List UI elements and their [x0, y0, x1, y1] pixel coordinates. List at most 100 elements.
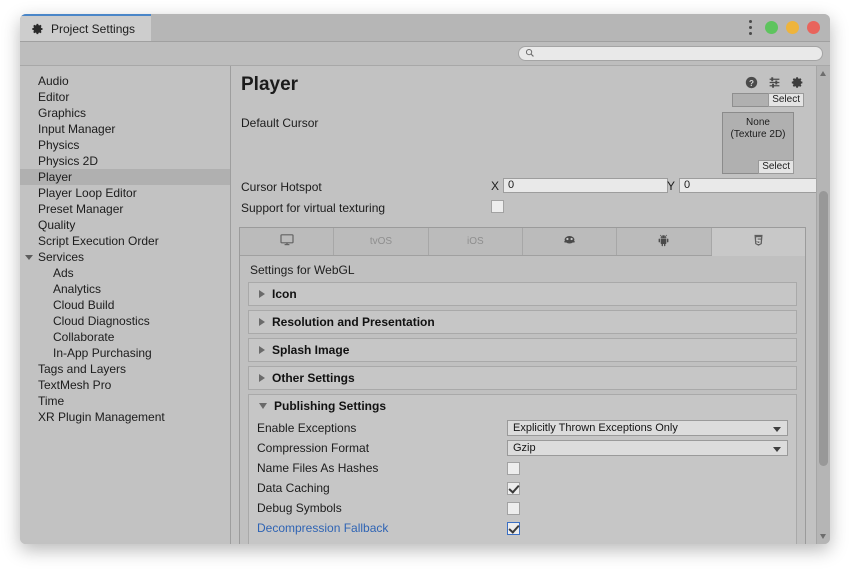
- settings-gear-icon[interactable]: [791, 76, 804, 89]
- section-resolution-and-presentation: Resolution and Presentation: [248, 310, 797, 334]
- panel-header-icons: ?: [745, 76, 804, 89]
- sidebar-item-preset-manager[interactable]: Preset Manager: [20, 201, 230, 217]
- y-axis-label: Y: [667, 179, 675, 193]
- sidebar-item-quality[interactable]: Quality: [20, 217, 230, 233]
- sidebar-item-in-app-purchasing[interactable]: In-App Purchasing: [20, 345, 230, 361]
- property-label: Compression Format: [257, 441, 507, 455]
- settings-sections-list: Icon Resolution and Presentation Splash Im…: [248, 282, 797, 390]
- sidebar-item-script-execution-order[interactable]: Script Execution Order: [20, 233, 230, 249]
- sidebar-item-analytics[interactable]: Analytics: [20, 281, 230, 297]
- sidebar-item-label: Analytics: [53, 282, 101, 296]
- sidebar-item-physics[interactable]: Physics: [20, 137, 230, 153]
- default-cursor-label: Default Cursor: [241, 116, 318, 130]
- property-checkbox[interactable]: [507, 462, 520, 475]
- property-checkbox[interactable]: [507, 522, 520, 535]
- sidebar-item-input-manager[interactable]: Input Manager: [20, 121, 230, 137]
- property-row: Decompression Fallback: [257, 518, 788, 538]
- publishing-settings-header[interactable]: Publishing Settings: [249, 395, 796, 417]
- platform-tab-label: tvOS: [370, 236, 392, 247]
- scrollbar-thumb[interactable]: [819, 191, 828, 466]
- close-button[interactable]: [807, 21, 820, 34]
- platform-tab-playstation[interactable]: [523, 228, 617, 255]
- property-row: Name Files As Hashes: [257, 458, 788, 478]
- property-label: Decompression Fallback: [257, 521, 507, 535]
- select-button[interactable]: Select: [768, 93, 804, 107]
- page-title: Player: [239, 74, 806, 96]
- maximize-button[interactable]: [786, 21, 799, 34]
- sidebar-item-label: TextMesh Pro: [38, 378, 111, 392]
- platform-tab-desktop-monitor[interactable]: [240, 228, 334, 255]
- platform-settings-content: Settings for WebGL IconResolution and Pr…: [240, 256, 805, 544]
- tab-project-settings[interactable]: Project Settings: [20, 14, 151, 41]
- chevron-down-icon: [259, 403, 267, 409]
- chevron-right-icon: [259, 374, 265, 382]
- virtual-texturing-checkbox[interactable]: [491, 200, 504, 213]
- sidebar-item-label: Quality: [38, 218, 75, 232]
- sidebar-item-label: Cloud Diagnostics: [53, 314, 150, 328]
- sidebar-item-cloud-build[interactable]: Cloud Build: [20, 297, 230, 313]
- section-header[interactable]: Icon: [249, 283, 796, 305]
- x-axis-label: X: [491, 179, 499, 193]
- sidebar-item-xr-plugin-management[interactable]: XR Plugin Management: [20, 409, 230, 425]
- texture-type: (Texture 2D): [730, 129, 785, 141]
- section-other-settings: Other Settings: [248, 366, 797, 390]
- kebab-menu-icon[interactable]: [749, 20, 753, 35]
- sidebar-item-label: In-App Purchasing: [53, 346, 152, 360]
- sidebar-item-audio[interactable]: Audio: [20, 73, 230, 89]
- sidebar-item-time[interactable]: Time: [20, 393, 230, 409]
- hotspot-x-group: X 0: [491, 178, 668, 193]
- sidebar-item-textmesh-pro[interactable]: TextMesh Pro: [20, 377, 230, 393]
- platform-tab-android[interactable]: [617, 228, 711, 255]
- scroll-up-arrow-icon[interactable]: [820, 71, 826, 76]
- sidebar-item-graphics[interactable]: Graphics: [20, 105, 230, 121]
- minimize-button[interactable]: [765, 21, 778, 34]
- property-dropdown[interactable]: Gzip: [507, 440, 788, 456]
- virtual-texturing-label: Support for virtual texturing: [241, 201, 385, 215]
- platform-tab-tvos[interactable]: tvOS: [334, 228, 428, 255]
- sidebar-item-tags-and-layers[interactable]: Tags and Layers: [20, 361, 230, 377]
- sidebar-item-physics-2d[interactable]: Physics 2D: [20, 153, 230, 169]
- sidebar-item-label: Ads: [53, 266, 74, 280]
- settings-sidebar[interactable]: AudioEditorGraphicsInput ManagerPhysicsP…: [20, 66, 231, 544]
- platform-tab-ios[interactable]: iOS: [429, 228, 523, 255]
- platform-tab-html5-webgl[interactable]: [712, 228, 805, 256]
- section-header[interactable]: Resolution and Presentation: [249, 311, 796, 333]
- sidebar-item-services[interactable]: Services: [20, 249, 230, 265]
- scroll-down-arrow-icon[interactable]: [820, 534, 826, 539]
- help-icon[interactable]: ?: [745, 76, 758, 89]
- section-header[interactable]: Splash Image: [249, 339, 796, 361]
- cursor-hotspot-label: Cursor Hotspot: [241, 180, 322, 194]
- search-icon: [525, 45, 535, 63]
- window-body: AudioEditorGraphicsInput ManagerPhysicsP…: [20, 66, 830, 544]
- default-cursor-object-field[interactable]: None (Texture 2D) Select: [722, 112, 794, 174]
- sidebar-item-cloud-diagnostics[interactable]: Cloud Diagnostics: [20, 313, 230, 329]
- sidebar-item-ads[interactable]: Ads: [20, 265, 230, 281]
- property-checkbox[interactable]: [507, 502, 520, 515]
- property-dropdown[interactable]: Explicitly Thrown Exceptions Only: [507, 420, 788, 436]
- hotspot-y-input[interactable]: 0: [679, 178, 816, 193]
- preset-icon[interactable]: [768, 76, 781, 89]
- default-cursor-row: Default Cursor None (Texture 2D) Select: [239, 112, 806, 176]
- vertical-scrollbar[interactable]: [816, 66, 830, 544]
- desktop-monitor-icon: [279, 232, 295, 251]
- section-splash-image: Splash Image: [248, 338, 797, 362]
- sidebar-item-editor[interactable]: Editor: [20, 89, 230, 105]
- sidebar-item-label: XR Plugin Management: [38, 410, 165, 424]
- window-controls: [749, 14, 820, 41]
- sidebar-item-player[interactable]: Player: [20, 169, 230, 185]
- hotspot-x-input[interactable]: 0: [503, 178, 668, 193]
- search-field[interactable]: [518, 46, 823, 61]
- chevron-down-icon: [773, 427, 781, 432]
- section-header[interactable]: Other Settings: [249, 367, 796, 389]
- platform-tab-label: iOS: [467, 236, 484, 247]
- select-button[interactable]: Select: [758, 160, 794, 174]
- clipped-object-field[interactable]: Select: [732, 93, 804, 107]
- search-input[interactable]: [539, 48, 816, 59]
- sidebar-item-collaborate[interactable]: Collaborate: [20, 329, 230, 345]
- platform-tab-bar[interactable]: tvOS iOS: [240, 228, 805, 256]
- main-panel: Player ? Select Def: [231, 66, 830, 544]
- playstation-icon: [562, 233, 577, 251]
- publishing-settings-section: Publishing Settings Enable ExceptionsExp…: [248, 394, 797, 544]
- sidebar-item-player-loop-editor[interactable]: Player Loop Editor: [20, 185, 230, 201]
- property-checkbox[interactable]: [507, 482, 520, 495]
